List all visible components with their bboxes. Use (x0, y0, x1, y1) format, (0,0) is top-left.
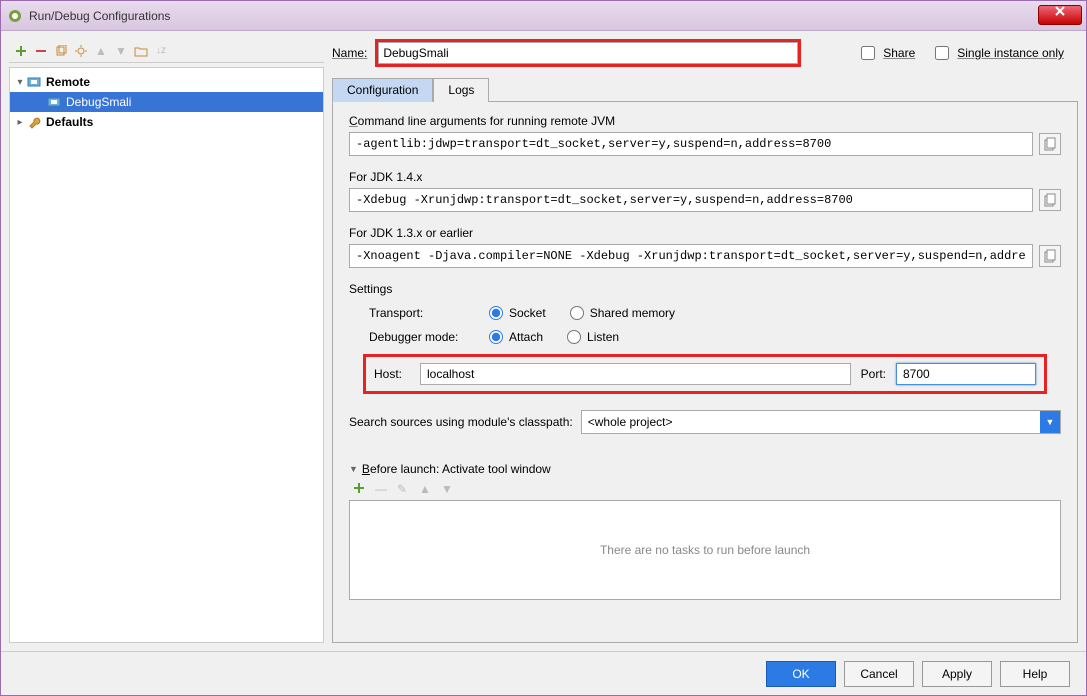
name-input[interactable] (378, 42, 798, 64)
close-button[interactable] (1038, 5, 1082, 25)
apply-button[interactable]: Apply (922, 661, 992, 687)
add-icon[interactable] (13, 43, 29, 59)
tree-item-label: DebugSmali (66, 95, 323, 109)
tree-item-label: Remote (46, 75, 323, 89)
settings-section: Settings Transport: Socket Shared memory… (349, 282, 1061, 394)
copy-icon[interactable] (53, 43, 69, 59)
app-icon (7, 8, 23, 24)
remote-icon (26, 74, 42, 90)
module-select[interactable]: <whole project> ▼ (581, 410, 1061, 434)
cmdline-group: CCommand line arguments for running remo… (349, 114, 1061, 156)
cmdline-field[interactable] (349, 132, 1033, 156)
add-icon[interactable] (353, 482, 367, 496)
host-input[interactable] (420, 363, 851, 385)
left-panel: ▲ ▼ ↓z ▾ Remote DebugSmali ▸ Def (9, 39, 324, 643)
remove-icon[interactable]: — (375, 482, 389, 496)
dialog-footer: OK Cancel Apply Help (1, 651, 1086, 695)
before-launch-toolbar: — ✎ ▲ ▼ (349, 482, 1061, 496)
tree-item-label: Defaults (46, 115, 323, 129)
config-tree: ▾ Remote DebugSmali ▸ Defaults (9, 67, 324, 643)
name-label: Name: (332, 46, 367, 60)
debugger-mode-label: Debugger mode: (369, 330, 489, 344)
up-icon[interactable]: ▲ (419, 482, 433, 496)
sort-icon[interactable]: ↓z (153, 43, 169, 59)
tab-configuration[interactable]: Configuration (332, 78, 433, 102)
folder-icon[interactable] (133, 43, 149, 59)
titlebar: Run/Debug Configurations (1, 1, 1086, 31)
remote-icon (46, 94, 62, 110)
cmdline-label: CCommand line arguments for running remo… (349, 114, 1061, 128)
copy-button[interactable] (1039, 245, 1061, 267)
run-debug-dialog: Run/Debug Configurations ▲ ▼ ↓z ▾ Remot (0, 0, 1087, 696)
jdk14-group: For JDK 1.4.x (349, 170, 1061, 212)
radio-shared-memory[interactable]: Shared memory (570, 306, 675, 320)
jdk13-label: For JDK 1.3.x or earlier (349, 226, 1061, 240)
collapse-arrow-icon: ▼ (349, 464, 358, 474)
port-input[interactable] (896, 363, 1036, 385)
share-label: Share (883, 46, 915, 60)
down-icon[interactable]: ▼ (441, 482, 455, 496)
transport-row: Transport: Socket Shared memory (349, 306, 1061, 320)
help-button[interactable]: Help (1000, 661, 1070, 687)
tab-logs[interactable]: Logs (433, 78, 489, 102)
name-row: Name: Share Single instance only (332, 39, 1078, 67)
right-panel: Name: Share Single instance only Configu… (332, 39, 1078, 643)
single-instance-label: Single instance only (957, 46, 1064, 60)
window-title: Run/Debug Configurations (29, 9, 1080, 23)
remove-icon[interactable] (33, 43, 49, 59)
jdk13-group: For JDK 1.3.x or earlier (349, 226, 1061, 268)
chevron-down-icon: ▼ (1040, 411, 1060, 433)
empty-text: There are no tasks to run before launch (600, 543, 810, 557)
wrench-icon (26, 114, 42, 130)
jdk13-field[interactable] (349, 244, 1033, 268)
copy-button[interactable] (1039, 133, 1061, 155)
share-checkbox[interactable] (861, 46, 875, 60)
ok-button[interactable]: OK (766, 661, 836, 687)
before-launch-title: Before launch: Activate tool windowBefor… (362, 462, 551, 476)
port-label: Port: (861, 367, 886, 381)
before-launch-header[interactable]: ▼ Before launch: Activate tool windowBef… (349, 462, 1061, 476)
down-icon[interactable]: ▼ (113, 43, 129, 59)
module-value: <whole project> (588, 415, 673, 429)
module-label: Search sources using module's classpath: (349, 415, 573, 429)
module-row: Search sources using module's classpath:… (349, 410, 1061, 434)
host-label: Host: (374, 367, 410, 381)
dialog-content: ▲ ▼ ↓z ▾ Remote DebugSmali ▸ Def (1, 31, 1086, 651)
radio-listen[interactable]: Listen (567, 330, 619, 344)
tree-item-debugsmali[interactable]: DebugSmali (10, 92, 323, 112)
debugger-mode-row: Debugger mode: Attach Listen (349, 330, 1061, 344)
tabs: Configuration Logs (332, 77, 1078, 102)
settings-label: Settings (349, 282, 1061, 296)
single-instance-checkbox[interactable] (935, 46, 949, 60)
radio-socket[interactable]: Socket (489, 306, 546, 320)
options-checkboxes: Share Single instance only (861, 46, 1078, 60)
tree-item-defaults[interactable]: ▸ Defaults (10, 112, 323, 132)
before-launch-section: ▼ Before launch: Activate tool windowBef… (349, 462, 1061, 600)
radio-attach[interactable]: Attach (489, 330, 543, 344)
expand-arrow-icon[interactable]: ▸ (14, 117, 26, 128)
transport-label: Transport: (369, 306, 489, 320)
config-toolbar: ▲ ▼ ↓z (9, 39, 324, 63)
jdk14-label: For JDK 1.4.x (349, 170, 1061, 184)
tree-item-remote[interactable]: ▾ Remote (10, 72, 323, 92)
name-highlight (375, 39, 801, 67)
hostport-highlight: Host: Port: (363, 354, 1047, 394)
up-icon[interactable]: ▲ (93, 43, 109, 59)
expand-arrow-icon[interactable]: ▾ (14, 77, 26, 88)
configuration-panel: CCommand line arguments for running remo… (332, 102, 1078, 643)
settings-icon[interactable] (73, 43, 89, 59)
jdk14-field[interactable] (349, 188, 1033, 212)
before-launch-list: There are no tasks to run before launch (349, 500, 1061, 600)
edit-icon[interactable]: ✎ (397, 482, 411, 496)
cancel-button[interactable]: Cancel (844, 661, 914, 687)
copy-button[interactable] (1039, 189, 1061, 211)
